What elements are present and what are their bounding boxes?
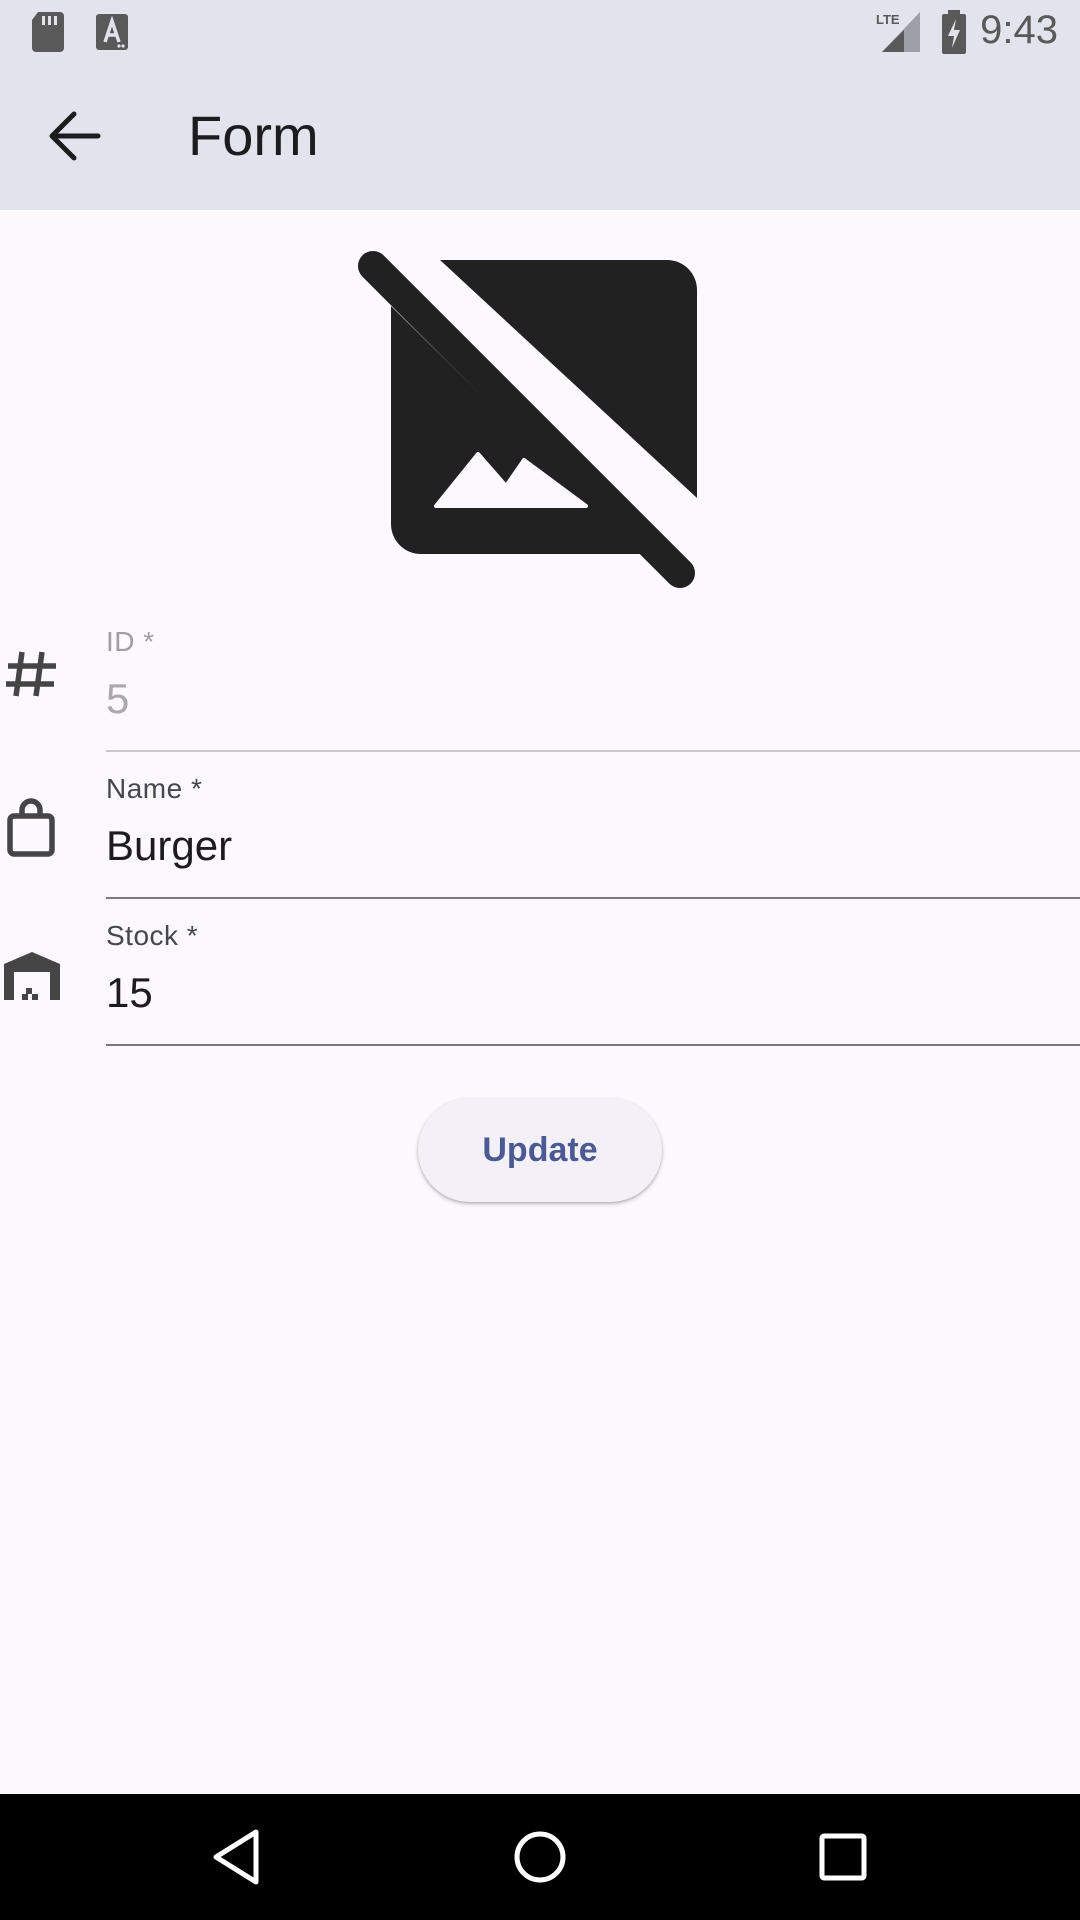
id-field-value: 5 <box>106 675 130 722</box>
id-field-underline <box>106 750 1080 752</box>
stock-field-value: 15 <box>106 969 153 1016</box>
navigation-bar <box>0 1794 1080 1920</box>
nav-home-icon[interactable] <box>505 1822 575 1892</box>
arrow-back-icon[interactable] <box>40 101 110 171</box>
id-field-label: ID * <box>106 626 155 657</box>
status-bar: LTE 9:43 <box>0 0 1080 63</box>
keyboard-a-icon <box>96 14 128 50</box>
sd-card-icon <box>32 12 64 52</box>
nav-recents-icon[interactable] <box>808 1822 878 1892</box>
page-title: Form <box>188 104 319 167</box>
app-bar: Form <box>0 63 1080 210</box>
stock-field[interactable]: Stock * 15 <box>106 904 1080 1046</box>
svg-text:LTE: LTE <box>876 12 900 27</box>
name-field[interactable]: Name * Burger <box>106 757 1080 899</box>
status-time: 9:43 <box>980 8 1058 52</box>
shopping-bag-icon <box>7 798 55 857</box>
warehouse-icon <box>4 952 60 1000</box>
stock-field-label: Stock * <box>106 920 199 951</box>
name-field-label: Name * <box>106 773 203 804</box>
battery-charging-icon <box>942 10 966 54</box>
name-field-value: Burger <box>106 822 233 869</box>
name-field-underline <box>106 897 1080 899</box>
id-field[interactable]: ID * 5 <box>106 610 1080 752</box>
nav-back-icon[interactable] <box>202 1822 272 1892</box>
stock-field-underline <box>106 1044 1080 1046</box>
hide-image-icon <box>358 251 697 588</box>
tag-icon <box>6 651 56 697</box>
update-button[interactable]: Update <box>418 1098 662 1202</box>
lte-signal-icon: LTE <box>876 12 920 52</box>
